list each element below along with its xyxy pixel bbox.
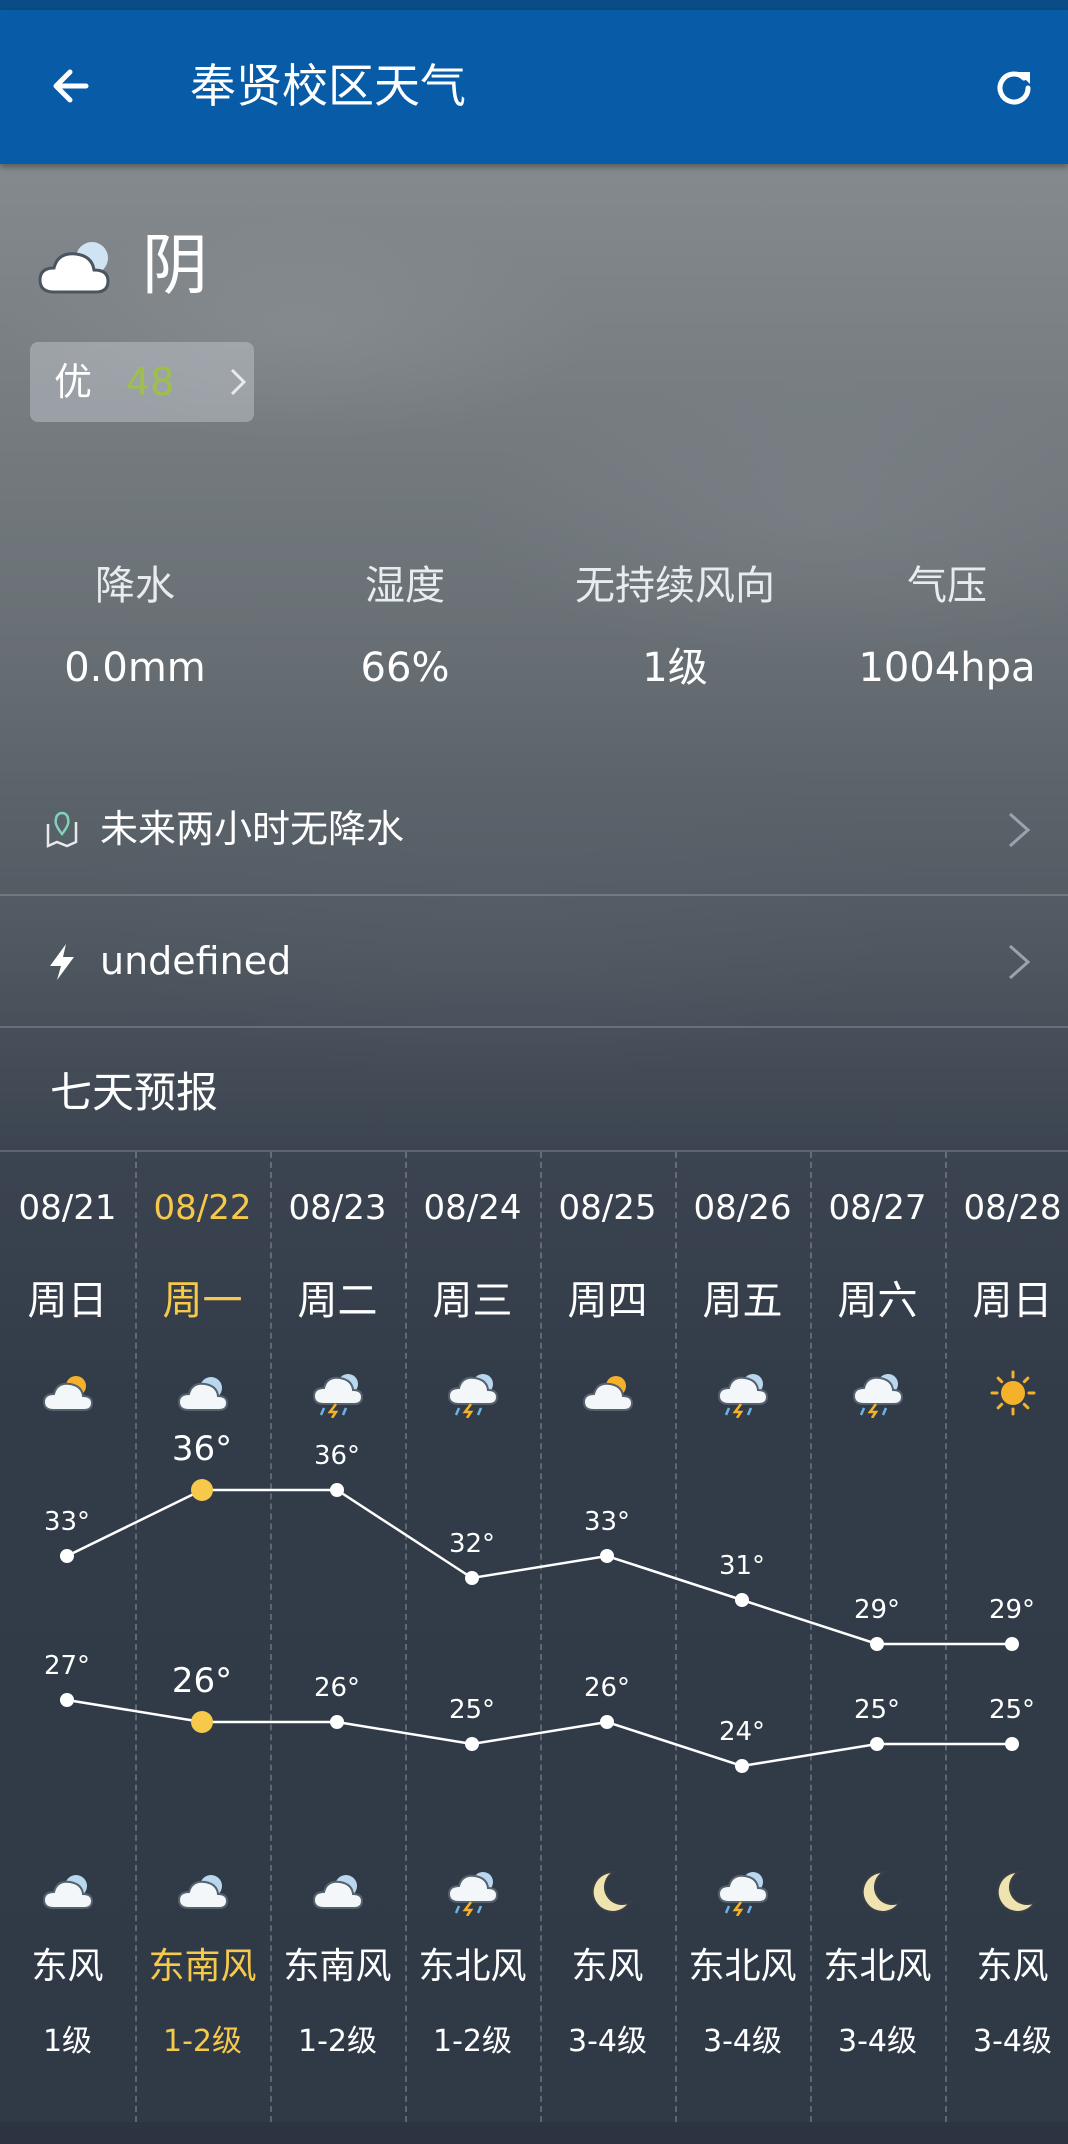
chevron-right-icon xyxy=(1009,812,1031,848)
partly-cloudy-icon xyxy=(42,1376,93,1411)
forecast-wind-level: 1-2级 xyxy=(298,2024,377,2059)
thunderstorm-icon xyxy=(312,1374,363,1418)
forecast-title: 七天预报 xyxy=(50,1068,219,1117)
stat-label: 气压 xyxy=(907,563,987,609)
forecast-weekday: 周五 xyxy=(702,1278,783,1324)
cloudy-icon xyxy=(42,1875,93,1909)
forecast-date: 08/23 xyxy=(288,1188,387,1228)
forecast-date: 08/28 xyxy=(963,1188,1062,1228)
forecast-weekday: 周二 xyxy=(297,1278,378,1324)
stat-label: 湿度 xyxy=(365,563,445,609)
status-bar xyxy=(0,0,1068,10)
cloudy-icon xyxy=(177,1377,228,1411)
stat-humidity: 湿度 66% xyxy=(270,560,540,694)
forecast-day-08-22[interactable]: 08/22 周一东南风 1-2级 xyxy=(135,1152,272,2122)
stat-wind: 无持续风向 1级 xyxy=(540,560,810,694)
forecast-weekday: 周四 xyxy=(567,1278,648,1324)
map-pin-icon xyxy=(46,811,78,848)
forecast-wind-direction: 东南风 xyxy=(283,1946,392,1987)
app-bar: 奉贤校区天气 xyxy=(0,10,1068,164)
thunderstorm-icon xyxy=(717,1872,768,1916)
moon-icon xyxy=(861,1870,903,1913)
forecast-date: 08/25 xyxy=(558,1188,657,1228)
forecast-wind-level: 3-4级 xyxy=(838,2024,917,2059)
page-title: 奉贤校区天气 xyxy=(190,59,466,113)
alert-row[interactable]: undefined xyxy=(0,896,1068,1028)
thunderstorm-icon xyxy=(717,1374,768,1418)
chevron-right-icon xyxy=(1009,944,1031,980)
refresh-icon[interactable] xyxy=(990,64,1038,112)
back-arrow-icon[interactable] xyxy=(46,58,102,114)
lightning-icon xyxy=(50,944,74,980)
stat-value: 66% xyxy=(360,645,450,691)
forecast-weekday: 周三 xyxy=(432,1278,513,1324)
moon-icon xyxy=(591,1870,633,1913)
forecast-weekday: 周六 xyxy=(837,1278,918,1324)
bottom-divider xyxy=(0,2122,1068,2144)
precipitation-row[interactable]: 未来两小时无降水 xyxy=(0,764,1068,896)
forecast-day-08-28[interactable]: 08/28 周日东风 3-4级 xyxy=(945,1152,1068,2122)
forecast-weekday: 周日 xyxy=(972,1278,1053,1324)
cloudy-icon xyxy=(38,242,110,294)
forecast-day-08-24[interactable]: 08/24 周三东北风 1-2级 xyxy=(405,1152,542,2122)
forecast-wind-level: 1-2级 xyxy=(163,2024,242,2059)
stat-value: 1级 xyxy=(642,645,708,691)
forecast-wind-direction: 东南风 xyxy=(148,1946,257,1987)
partly-cloudy-icon xyxy=(582,1376,633,1411)
stat-pressure: 气压 1004hpa xyxy=(812,560,1068,694)
forecast-day-08-27[interactable]: 08/27 周六东北风 3-4级 xyxy=(810,1152,947,2122)
forecast-day-08-25[interactable]: 08/25 周四东风 3-4级 xyxy=(540,1152,677,2122)
forecast-date: 08/27 xyxy=(828,1188,927,1228)
forecast-wind-direction: 东风 xyxy=(31,1946,104,1987)
seven-day-forecast: 08/21 周日 东风 1级 08/22 周一 东南风 1-2级 08/23 周二 东南风 1-2级 0… xyxy=(0,1152,1068,2122)
aqi-level: 优 xyxy=(54,360,93,404)
forecast-weekday: 周一 xyxy=(162,1278,243,1324)
cloudy-icon xyxy=(177,1875,228,1909)
forecast-wind-direction: 东北风 xyxy=(418,1946,527,1987)
forecast-wind-level: 1级 xyxy=(42,2024,93,2059)
moon-icon xyxy=(996,1870,1038,1913)
stat-value: 0.0mm xyxy=(64,645,206,691)
forecast-day-08-23[interactable]: 08/23 周二东南风 1-2级 xyxy=(270,1152,407,2122)
forecast-wind-direction: 东风 xyxy=(571,1946,644,1987)
forecast-wind-direction: 东北风 xyxy=(688,1946,797,1987)
stat-precipitation: 降水 0.0mm xyxy=(0,560,270,694)
current-condition: 阴 xyxy=(142,227,208,304)
forecast-wind-level: 3-4级 xyxy=(568,2024,647,2059)
forecast-wind-direction: 东风 xyxy=(976,1946,1049,1987)
chevron-right-icon xyxy=(230,368,247,396)
stat-label: 降水 xyxy=(95,563,175,609)
forecast-date: 08/24 xyxy=(423,1188,522,1228)
forecast-day-08-21[interactable]: 08/21 周日东风 1级 xyxy=(0,1152,137,2122)
forecast-date: 08/21 xyxy=(18,1188,117,1228)
forecast-day-08-26[interactable]: 08/26 周五东北风 3-4级 xyxy=(675,1152,812,2122)
forecast-weekday: 周日 xyxy=(27,1278,108,1324)
aqi-badge[interactable]: 优 48 xyxy=(30,342,254,422)
alert-text: undefined xyxy=(100,939,292,983)
forecast-date: 08/26 xyxy=(693,1188,792,1228)
forecast-wind-direction: 东北风 xyxy=(823,1946,932,1987)
cloudy-icon xyxy=(312,1875,363,1909)
forecast-date: 08/22 xyxy=(153,1188,252,1228)
thunderstorm-icon xyxy=(447,1374,498,1418)
thunderstorm-icon xyxy=(447,1872,498,1916)
precipitation-text: 未来两小时无降水 xyxy=(100,807,405,851)
forecast-wind-level: 3-4级 xyxy=(973,2024,1052,2059)
stat-label: 无持续风向 xyxy=(575,563,775,609)
stat-value: 1004hpa xyxy=(858,645,1036,691)
aqi-value: 48 xyxy=(126,360,175,404)
thunderstorm-icon xyxy=(852,1374,903,1418)
weather-stats: 降水 0.0mm 湿度 66% 无持续风向 1级 气压 1004hpa xyxy=(0,560,1068,720)
forecast-wind-level: 3-4级 xyxy=(703,2024,782,2059)
forecast-wind-level: 1-2级 xyxy=(433,2024,512,2059)
sun-icon xyxy=(990,1370,1035,1416)
